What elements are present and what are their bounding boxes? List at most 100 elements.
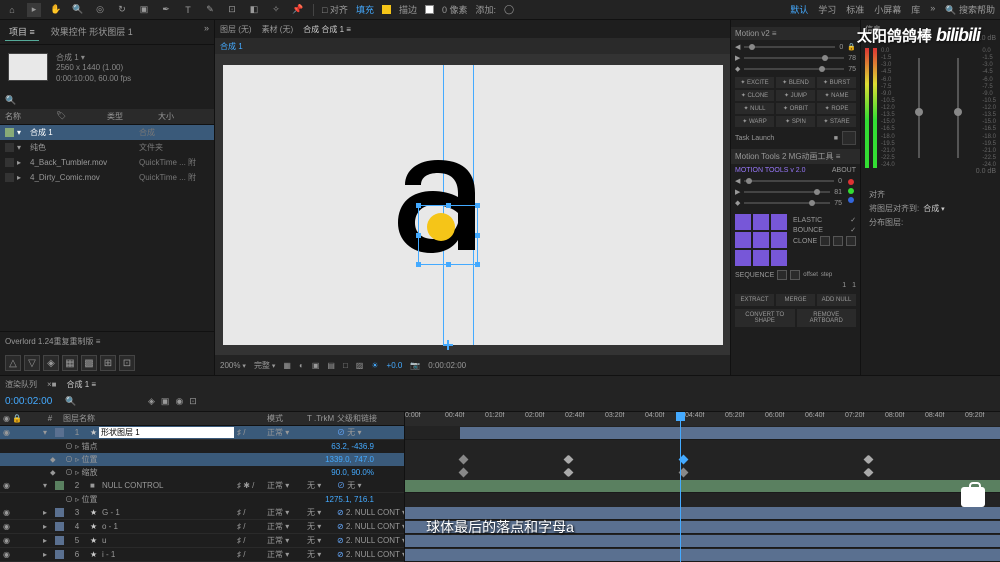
viewer-tab-material[interactable]: 素材 (无) xyxy=(262,24,294,35)
seq-val-1[interactable]: 1 xyxy=(842,282,846,289)
workspace-standard[interactable]: 标准 xyxy=(846,3,864,16)
text-tool-icon[interactable]: T xyxy=(181,3,195,17)
hand-tool-icon[interactable]: ✋ xyxy=(49,3,63,17)
snapshot-icon[interactable]: 📷 xyxy=(410,361,420,370)
home-icon[interactable]: ⌂ xyxy=(5,3,19,17)
timeline-layer-row[interactable]: ◉ ▾ 1 ★ 形状图层 1 ♯ / 正常 ▾ ⊘ 无 ▾ xyxy=(0,426,404,440)
timeline-track[interactable] xyxy=(405,548,1000,562)
timeline-track[interactable] xyxy=(405,426,1000,440)
transparency-icon[interactable]: ▤ xyxy=(327,361,335,370)
arrow-left-icon[interactable]: ◀ xyxy=(735,43,740,51)
eraser-tool-icon[interactable]: ◧ xyxy=(247,3,261,17)
knob-slider-2[interactable] xyxy=(957,58,959,158)
zoom-dropdown[interactable]: 200% xyxy=(220,361,246,370)
extract-button[interactable]: EXTRACT xyxy=(735,294,774,306)
tl-icon-3[interactable]: ◉ xyxy=(172,396,186,407)
jump-button[interactable]: ✦ JUMP xyxy=(776,90,815,101)
blue-dot-icon[interactable] xyxy=(848,197,854,203)
green-dot-icon[interactable] xyxy=(848,188,854,194)
timeline-layer-row[interactable]: ◉ ▸ 5 ★ u ♯ / 正常 ▾ 无 ▾ ⊘ 2. NULL CONT ▾ xyxy=(0,534,404,548)
tab-effect-controls[interactable]: 效果控件 形状图层 1 xyxy=(47,23,137,41)
lock-column-icon[interactable]: 🔒 xyxy=(12,414,22,423)
tool-val-3[interactable]: 75 xyxy=(834,200,842,207)
resolution-dropdown[interactable]: 完整 xyxy=(254,360,275,371)
col-trkmat[interactable]: T .TrkMat xyxy=(304,414,334,423)
overlord-icon-4[interactable]: ▦ xyxy=(62,355,78,371)
merge-button[interactable]: MERGE xyxy=(776,294,815,306)
rope-button[interactable]: ✦ ROPE xyxy=(817,103,856,114)
lock-icon[interactable]: 🔒 xyxy=(847,43,856,51)
task-stop-icon[interactable]: ■ xyxy=(834,135,838,142)
viewer-tab-comp[interactable]: 合成 合成 1 ≡ xyxy=(303,24,351,35)
timeline-search-icon[interactable]: 🔍 xyxy=(65,396,76,406)
search-help[interactable]: 🔍 搜索帮助 xyxy=(945,3,995,16)
stroke-width[interactable]: 0 像素 xyxy=(442,3,468,16)
orbit-button[interactable]: ✦ ORBIT xyxy=(776,103,815,114)
remove-artboard-button[interactable]: REMOVE ARTBOARD xyxy=(797,309,857,327)
keyframe-icon[interactable] xyxy=(564,468,574,478)
timeline-property-row[interactable]: ⬥⊙ ▹ 位置1339.0, 747.0 xyxy=(0,453,404,466)
overlord-icon-3[interactable]: ◈ xyxy=(43,355,59,371)
property-track[interactable] xyxy=(405,466,1000,479)
tab-render-queue[interactable]: 渲染队列 xyxy=(5,379,37,390)
project-item[interactable]: ▾纯色文件夹 xyxy=(0,140,214,155)
excite-button[interactable]: ✦ EXCITE xyxy=(735,77,774,88)
timeline-property-row[interactable]: ⬥⊙ ▹ 缩放90.0, 90.0% xyxy=(0,466,404,479)
timeline-layer-row[interactable]: ◉ ▸ 3 ★ G - 1 ♯ / 正常 ▾ 无 ▾ ⊘ 2. NULL CON… xyxy=(0,506,404,520)
timeline-ruler[interactable]: 0:00f00:40f01:20f02:00f02:40f03:20f04:00… xyxy=(405,412,1000,426)
timeline-track[interactable] xyxy=(405,479,1000,493)
canvas-area[interactable] xyxy=(215,54,730,355)
tool-slider-3[interactable] xyxy=(744,202,830,204)
search-icon[interactable]: 🔍 xyxy=(5,95,16,105)
fill-swatch[interactable] xyxy=(382,5,391,14)
stare-button[interactable]: ✦ STARE xyxy=(817,116,856,127)
tool-slider-2[interactable] xyxy=(744,191,830,193)
pen-tool-icon[interactable]: ✒ xyxy=(159,3,173,17)
knob-slider-1[interactable] xyxy=(918,58,920,158)
tab-timeline-comp[interactable]: 合成 1 ≡ xyxy=(67,379,97,390)
property-track[interactable] xyxy=(405,453,1000,466)
project-item[interactable]: ▸4_Dirty_Comic.movQuickTime ... 附 xyxy=(0,170,214,185)
project-item[interactable]: ▾合成 1合成 xyxy=(0,125,214,140)
col-mode[interactable]: 模式 xyxy=(264,413,304,424)
add-null-button[interactable]: ADD NULL xyxy=(817,294,856,306)
breadcrumb[interactable]: 合成 1 xyxy=(220,41,243,52)
grid-icon[interactable]: ▦ xyxy=(283,361,291,370)
selection-tool-icon[interactable]: ▸ xyxy=(27,3,41,17)
composition-canvas[interactable] xyxy=(223,65,723,345)
stroke-label[interactable]: 描边 xyxy=(399,3,417,16)
motion-slider-1[interactable] xyxy=(744,46,835,48)
col-name[interactable]: 名称 xyxy=(5,111,56,122)
exposure-value[interactable]: +0.0 xyxy=(387,361,403,370)
col-type[interactable]: 类型 xyxy=(107,111,158,122)
tl-icon-2[interactable]: ▣ xyxy=(158,396,173,407)
tool-arrow-right-icon[interactable]: ▶ xyxy=(735,188,740,196)
fill-label[interactable]: 填充 xyxy=(356,3,374,16)
brush-tool-icon[interactable]: ✎ xyxy=(203,3,217,17)
keyframe-icon[interactable] xyxy=(459,468,469,478)
tool-arrow-left-icon[interactable]: ◀ xyxy=(735,177,740,185)
workspace-small[interactable]: 小屏幕 xyxy=(874,3,901,16)
overlord-icon-5[interactable]: ▩ xyxy=(81,355,97,371)
zoom-tool-icon[interactable]: 🔍 xyxy=(71,3,85,17)
motion-val-2[interactable]: 78 xyxy=(848,55,856,62)
workspace-default[interactable]: 默认 xyxy=(790,3,808,16)
puppet-tool-icon[interactable]: 📌 xyxy=(291,3,305,17)
col-layer-name[interactable]: 图层名称 xyxy=(60,413,264,424)
tl-icon-4[interactable]: ⊡ xyxy=(186,396,200,407)
snap-toggle[interactable]: □ 对齐 xyxy=(322,3,348,16)
spin-button[interactable]: ✦ SPIN xyxy=(776,116,815,127)
workspace-more-icon[interactable]: » xyxy=(930,3,935,16)
eye-column-icon[interactable]: ◉ xyxy=(3,414,10,423)
anchor-point-icon[interactable] xyxy=(443,340,453,350)
col-size[interactable]: 大小 xyxy=(158,111,209,122)
seq-btn-1[interactable] xyxy=(777,270,787,280)
exposure-icon[interactable]: ☀ xyxy=(371,361,378,370)
3d-icon[interactable]: ▨ xyxy=(356,361,364,370)
region-icon[interactable]: □ xyxy=(343,361,348,370)
null-button[interactable]: ✦ NULL xyxy=(735,103,774,114)
warp-button[interactable]: ✦ WARP xyxy=(735,116,774,127)
rotate-tool-icon[interactable]: ↻ xyxy=(115,3,129,17)
keyframe-icon[interactable] xyxy=(459,455,469,465)
keyframe-icon[interactable] xyxy=(564,455,574,465)
